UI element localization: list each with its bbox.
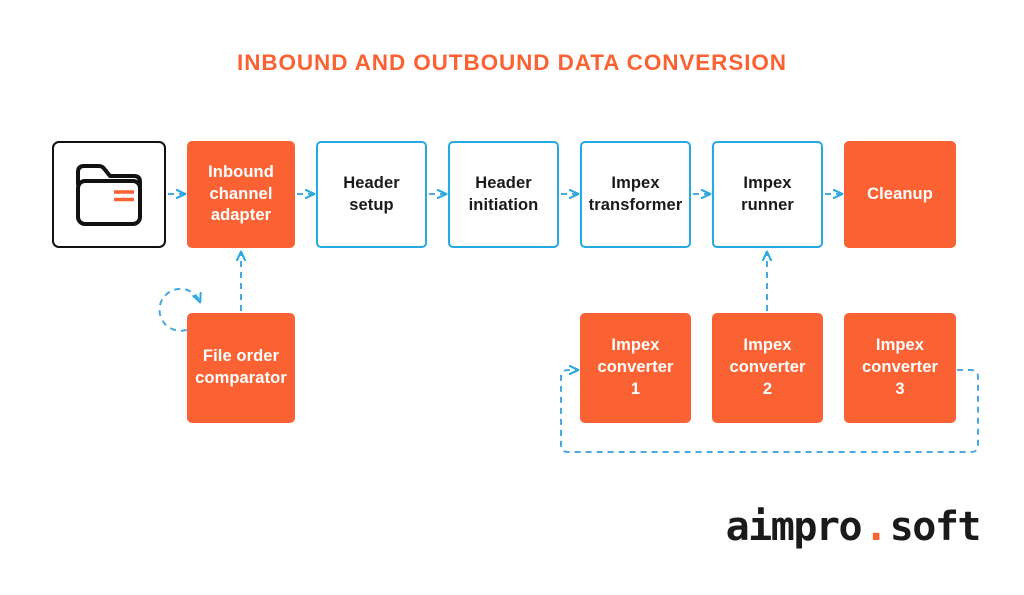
node-inbound-channel-adapter[interactable]: Inbound channel adapter	[187, 141, 295, 248]
node-impex-transformer[interactable]: Impex transformer	[580, 141, 691, 248]
logo-text-aimpro: aimpro	[725, 504, 863, 550]
node-header-initiation[interactable]: Header initiation	[448, 141, 559, 248]
node-label-impex-runner: Impex runner	[741, 173, 794, 214]
node-impex-converter-1[interactable]: Impex converter 1	[580, 313, 691, 423]
node-label-header-initiation: Header initiation	[468, 173, 539, 214]
folder-icon	[69, 159, 149, 231]
node-header-setup[interactable]: Header setup	[316, 141, 427, 248]
node-cleanup[interactable]: Cleanup	[844, 141, 956, 248]
node-impex-converter-2[interactable]: Impex converter 2	[712, 313, 823, 423]
node-label-inbound-channel-adapter: Inbound channel adapter	[208, 162, 274, 225]
node-impex-converter-3[interactable]: Impex converter 3	[844, 313, 956, 423]
logo-dot: .	[864, 504, 888, 550]
node-label-header-setup: Header setup	[343, 173, 400, 214]
logo-text-soft: soft	[889, 504, 982, 550]
node-label-cleanup: Cleanup	[867, 184, 933, 203]
diagram-canvas: INBOUND AND OUTBOUND DATA CONVERSION Inb…	[0, 0, 1024, 595]
node-file-order-comparator[interactable]: File order comparator	[187, 313, 295, 423]
page-title: INBOUND AND OUTBOUND DATA CONVERSION	[237, 50, 787, 75]
aimprosoft-logo: aimpro . soft	[725, 504, 982, 550]
node-label-impex-converter-1: Impex converter 1	[597, 336, 674, 398]
node-label-file-order-comparator: File order comparator	[195, 347, 287, 387]
node-impex-runner[interactable]: Impex runner	[712, 141, 823, 248]
node-label-impex-converter-2: Impex converter 2	[729, 336, 806, 398]
node-label-impex-converter-3: Impex converter 3	[861, 336, 939, 398]
node-label-impex-transformer: Impex transformer	[588, 173, 683, 214]
node-source-folder[interactable]	[52, 141, 166, 248]
